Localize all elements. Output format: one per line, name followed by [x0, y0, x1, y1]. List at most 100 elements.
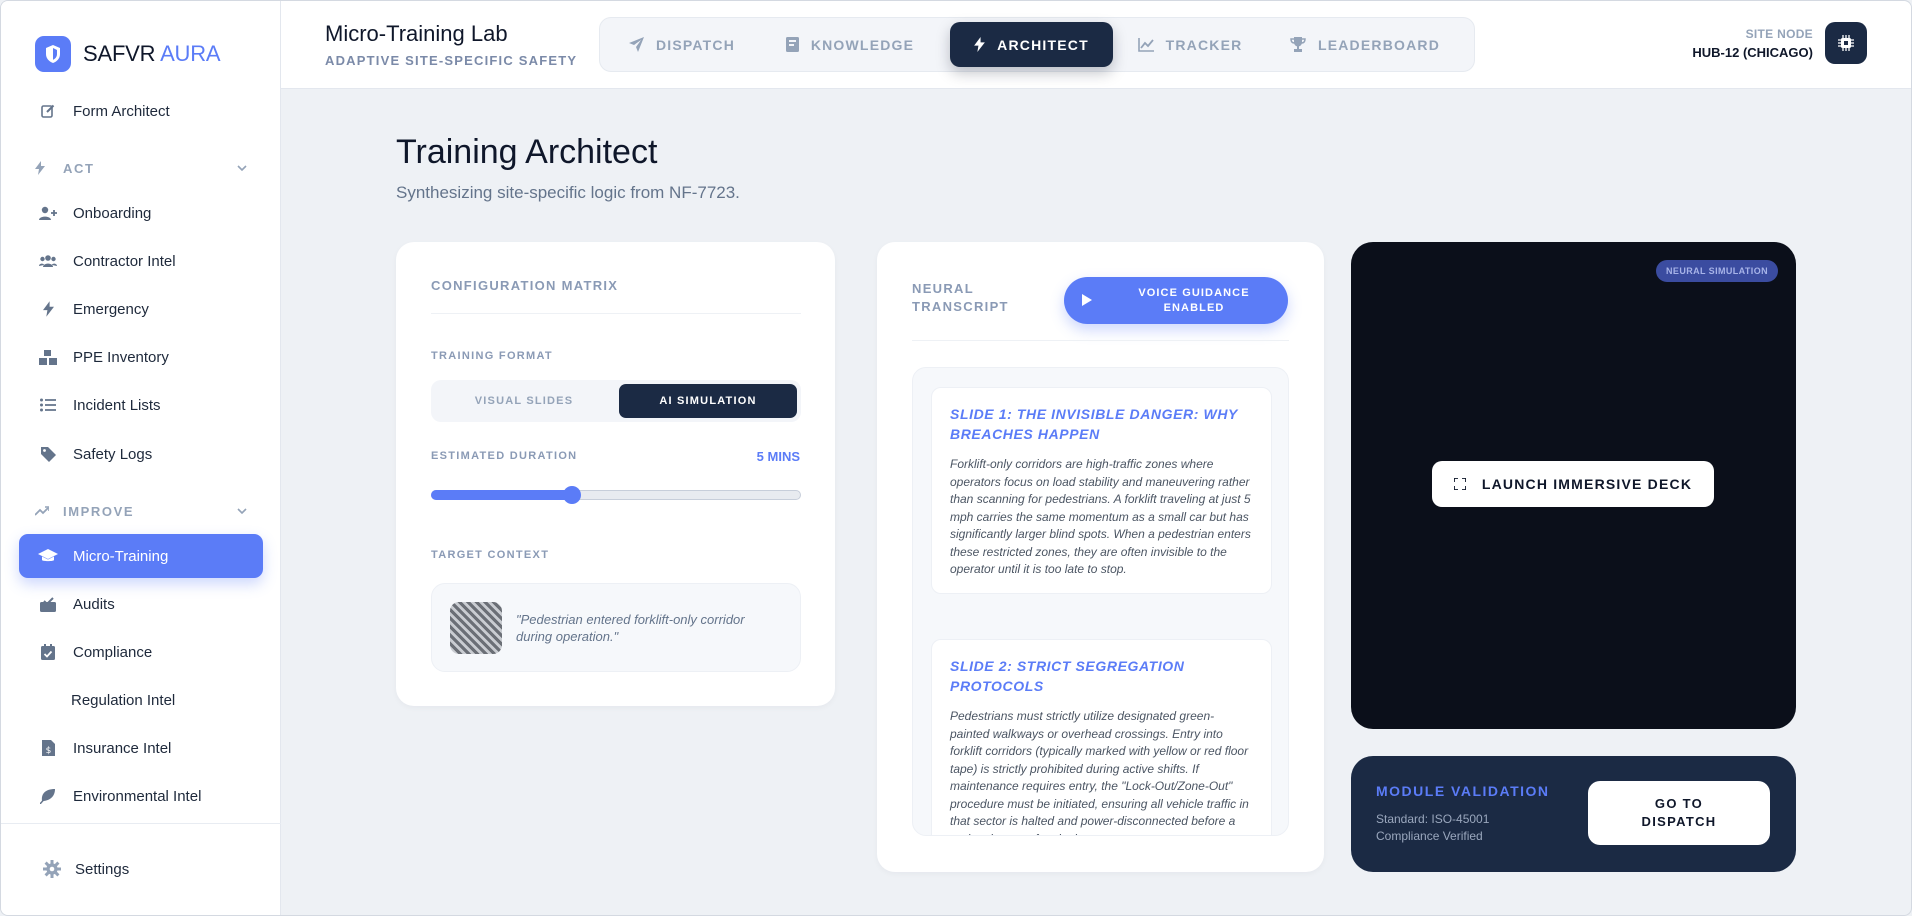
sidebar-item-compliance[interactable]: Compliance [19, 630, 263, 674]
list-icon [37, 394, 59, 416]
sidebar-item-onboarding[interactable]: Onboarding [19, 191, 263, 235]
sidebar-footer: Settings [1, 823, 281, 915]
sidebar-item-form-architect[interactable]: Form Architect [19, 89, 263, 133]
sidebar-item-contractor-intel[interactable]: Contractor Intel [19, 239, 263, 283]
format-option-ai-simulation[interactable]: AI SIMULATION [619, 384, 797, 418]
sidebar-item-environmental-intel[interactable]: Environmental Intel [19, 774, 263, 818]
sidebar-item-audits[interactable]: Audits [19, 582, 263, 626]
cpu-chip-icon [1838, 35, 1854, 51]
sidebar-item-label: Environmental Intel [73, 787, 202, 805]
voice-guidance-button[interactable]: VOICE GUIDANCE ENABLED [1064, 277, 1288, 324]
main-tabs: DISPATCH KNOWLEDGE ARCHITECT TRACKER LEA… [599, 17, 1475, 72]
voice-guidance-label: VOICE GUIDANCE ENABLED [1138, 287, 1250, 314]
sidebar-item-regulation-intel[interactable]: Regulation Intel [19, 678, 263, 722]
slide-title: SLIDE 2: STRICT SEGREGATION PROTOCOLS [950, 658, 1185, 694]
tab-label: TRACKER [1165, 36, 1243, 53]
gear-icon [43, 860, 61, 878]
section-label: ACT [63, 160, 95, 176]
inbox-check-icon [37, 593, 59, 615]
target-context-label: TARGET CONTEXT [431, 549, 550, 561]
validation-title: MODULE VALIDATION [1376, 783, 1550, 799]
validation-text: Standard: ISO-45001 Compliance Verified [1376, 812, 1490, 843]
chevron-down-icon [237, 508, 247, 514]
section-improve[interactable]: IMPROVE [35, 499, 247, 523]
sidebar-item-label: PPE Inventory [73, 348, 169, 366]
sidebar-item-label: Safety Logs [73, 445, 153, 463]
target-context-box: "Pedestrian entered forklift-only corrid… [431, 583, 801, 672]
neural-transcript-card: NEURAL TRANSCRIPT VOICE GUIDANCE ENABLED… [877, 242, 1324, 872]
sidebar-item-label: Contractor Intel [73, 252, 176, 270]
card-title: CONFIGURATION MATRIX [431, 278, 619, 293]
chart-line-icon [1137, 37, 1154, 52]
edit-icon [37, 100, 59, 122]
tab-architect[interactable]: ARCHITECT [950, 22, 1113, 67]
expand-icon [1453, 478, 1466, 490]
tab-label: DISPATCH [655, 36, 736, 53]
sidebar: SAFVR AURA Form Architect ACT Onboarding… [1, 1, 281, 915]
boxes-icon [37, 346, 59, 368]
incident-photo-thumbnail [450, 602, 502, 654]
bolt-icon [37, 298, 59, 320]
go-to-dispatch-button[interactable]: GO TO DISPATCH [1588, 781, 1770, 845]
sidebar-item-label: Compliance [73, 643, 153, 661]
page-title: Training Architect [396, 133, 658, 171]
tab-knowledge[interactable]: KNOWLEDGE [760, 22, 940, 67]
site-node-info: SITE NODE HUB-12 (CHICAGO) [1692, 27, 1813, 60]
bolt-icon [35, 161, 53, 175]
tab-leaderboard[interactable]: LEADERBOARD [1265, 22, 1465, 67]
tag-icon [37, 443, 59, 465]
sidebar-item-label: Onboarding [73, 204, 152, 222]
play-icon [1082, 294, 1092, 306]
section-act[interactable]: ACT [35, 156, 247, 180]
duration-label: ESTIMATED DURATION [431, 450, 578, 462]
module-validation-card: MODULE VALIDATION Standard: ISO-45001 Co… [1351, 756, 1796, 872]
sidebar-item-label: Audits [73, 595, 115, 613]
sidebar-item-incident-lists[interactable]: Incident Lists [19, 383, 263, 427]
sidebar-item-label: Micro-Training [73, 547, 169, 565]
divider [431, 313, 801, 314]
slide-card-2: SLIDE 2: STRICT SEGREGATION PROTOCOLS Pe… [931, 639, 1272, 835]
tab-dispatch[interactable]: DISPATCH [604, 22, 760, 67]
sidebar-item-emergency[interactable]: Emergency [19, 287, 263, 331]
section-label: IMPROVE [63, 503, 135, 519]
slider-fill [431, 490, 572, 500]
trend-up-icon [35, 506, 53, 516]
configuration-matrix-card: CONFIGURATION MATRIX TRAINING FORMAT VIS… [396, 242, 835, 706]
chevron-down-icon [237, 165, 247, 171]
slide-card-1: SLIDE 1: THE INVISIBLE DANGER: WHY BREAC… [931, 387, 1272, 594]
bolt-icon [974, 37, 986, 52]
format-option-visual-slides[interactable]: VISUAL SLIDES [435, 384, 613, 418]
sidebar-item-label: Incident Lists [73, 396, 161, 414]
paper-plane-icon [628, 37, 644, 52]
leaf-icon [37, 785, 59, 807]
slides-scroll-area[interactable]: SLIDE 1: THE INVISIBLE DANGER: WHY BREAC… [912, 367, 1289, 836]
settings-link[interactable]: Settings [43, 860, 129, 878]
launch-label: LAUNCH IMMERSIVE DECK [1481, 476, 1693, 492]
sidebar-item-label: Insurance Intel [73, 739, 172, 757]
duration-value: 5 MINS [756, 449, 800, 464]
sidebar-item-safety-logs[interactable]: Safety Logs [19, 432, 263, 476]
cpu-chip-button[interactable] [1825, 22, 1867, 64]
card-title: NEURAL TRANSCRIPT [912, 281, 1009, 314]
training-format-toggle: VISUAL SLIDES AI SIMULATION [431, 380, 801, 422]
duration-slider[interactable] [431, 486, 801, 504]
tab-tracker[interactable]: TRACKER [1120, 22, 1260, 67]
target-context-text: "Pedestrian entered forklift-only corrid… [516, 612, 745, 644]
slider-thumb[interactable] [562, 486, 581, 504]
launch-immersive-deck-button[interactable]: LAUNCH IMMERSIVE DECK [1432, 461, 1714, 507]
training-format-label: TRAINING FORMAT [431, 350, 553, 362]
trophy-icon [1290, 37, 1306, 52]
brand-name: SAFVR AURA [83, 41, 221, 66]
sidebar-item-micro-training[interactable]: Micro-Training [19, 534, 263, 578]
users-icon [37, 250, 59, 272]
slide-title: SLIDE 1: THE INVISIBLE DANGER: WHY BREAC… [950, 406, 1238, 442]
sidebar-item-label: Form Architect [73, 102, 170, 120]
sidebar-item-ppe-inventory[interactable]: PPE Inventory [19, 335, 263, 379]
simulation-viewport: NEURAL SIMULATION LAUNCH IMMERSIVE DECK [1351, 242, 1796, 729]
tab-label: ARCHITECT [997, 36, 1089, 53]
sidebar-item-label: Emergency [73, 300, 149, 318]
top-header: Micro-Training Lab ADAPTIVE SITE-SPECIFI… [281, 1, 1911, 89]
sidebar-item-label: Regulation Intel [71, 691, 176, 709]
sidebar-item-insurance-intel[interactable]: $ Insurance Intel [19, 726, 263, 770]
brand[interactable]: SAFVR AURA [35, 36, 221, 72]
